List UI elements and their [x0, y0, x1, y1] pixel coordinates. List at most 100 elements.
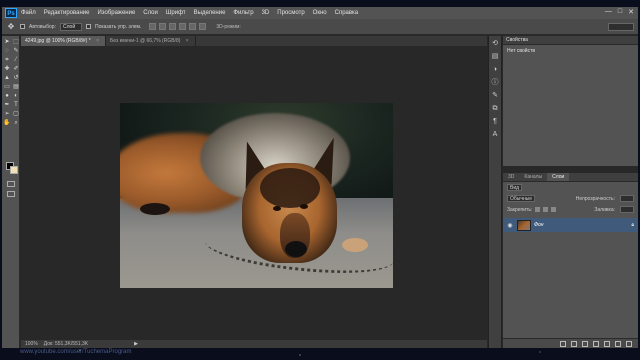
- blend-row: Обычные Непрозрачность:: [503, 193, 638, 204]
- brush-icon[interactable]: ✐: [12, 65, 20, 73]
- character-icon[interactable]: A: [490, 130, 500, 140]
- photoshop-logo-icon: Ps: [5, 8, 17, 18]
- blur-icon[interactable]: ●: [3, 92, 11, 100]
- link-layers-icon[interactable]: [560, 340, 566, 347]
- menu-bar: Ps Файл Редактирование Изображение Слои …: [2, 7, 638, 19]
- close-icon[interactable]: ✕: [628, 8, 634, 16]
- layer-style-icon[interactable]: [571, 340, 577, 347]
- marquee-icon[interactable]: ⬚: [12, 38, 20, 46]
- autoselect-dropdown[interactable]: Слой: [59, 22, 82, 31]
- layer-filter-row: Вид: [503, 182, 638, 193]
- canvas-area[interactable]: [21, 46, 487, 340]
- eyedropper-icon[interactable]: ⁄: [12, 56, 20, 64]
- tab-document-1[interactable]: 4249.jpg @ 100% (RGB/8#) * ×: [21, 36, 106, 46]
- menu-help[interactable]: Справка: [335, 10, 359, 16]
- document-tabs: 4249.jpg @ 100% (RGB/8#) * × Без имени-1…: [21, 36, 487, 46]
- minimize-icon[interactable]: —: [605, 8, 612, 16]
- tab-label: Без имени-1 @ 66,7% (RGB/8): [109, 38, 181, 44]
- stamp-icon[interactable]: ▲: [3, 74, 11, 82]
- menu-image[interactable]: Изображение: [97, 10, 135, 16]
- autoselect-checkbox[interactable]: [20, 24, 25, 29]
- add-mask-icon[interactable]: [582, 340, 588, 347]
- clone-source-icon[interactable]: ⧉: [490, 104, 500, 114]
- properties-icon[interactable]: ▤: [490, 52, 500, 62]
- new-layer-icon[interactable]: [615, 340, 621, 347]
- path-select-icon[interactable]: ➢: [3, 110, 11, 118]
- tab-close-icon[interactable]: ×: [186, 38, 189, 44]
- properties-header[interactable]: Свойства: [503, 36, 638, 45]
- fill-input[interactable]: [620, 206, 634, 213]
- brushes-icon[interactable]: ✎: [490, 91, 500, 101]
- hand-icon[interactable]: ✋: [3, 119, 11, 127]
- healing-icon[interactable]: ✚: [3, 65, 11, 73]
- zoom-icon[interactable]: ⌕: [12, 119, 20, 127]
- lock-buttons: [535, 207, 557, 212]
- eraser-icon[interactable]: ▭: [3, 83, 11, 91]
- type-icon[interactable]: T: [12, 101, 20, 109]
- dog-photo-canvas[interactable]: [120, 103, 393, 288]
- move-tool-icon[interactable]: ✥: [6, 22, 16, 32]
- align-right-icon[interactable]: [199, 23, 207, 30]
- layer-filter-dropdown[interactable]: Вид: [507, 184, 523, 191]
- menu-window[interactable]: Окно: [313, 10, 327, 16]
- menu-3d[interactable]: 3D: [262, 10, 270, 16]
- new-group-icon[interactable]: [604, 340, 610, 347]
- menu-file[interactable]: Файл: [21, 10, 36, 16]
- visibility-eye-icon[interactable]: ◉: [506, 222, 514, 229]
- quick-select-icon[interactable]: ✎: [12, 47, 20, 55]
- layers-panel-tabs: 3D Каналы Слои: [503, 173, 638, 182]
- lock-all-icon[interactable]: [551, 207, 557, 212]
- opacity-input[interactable]: [620, 195, 634, 202]
- align-top-icon[interactable]: [149, 23, 157, 30]
- status-menu-icon[interactable]: ▶: [134, 341, 138, 347]
- align-left-icon[interactable]: [179, 23, 187, 30]
- layers-footer: [503, 338, 638, 348]
- zoom-level[interactable]: 100%: [25, 341, 38, 347]
- menu-type[interactable]: Шрифт: [166, 10, 186, 16]
- blend-mode-dropdown[interactable]: Обычные: [507, 195, 536, 202]
- tab-channels[interactable]: Каналы: [519, 173, 547, 181]
- align-middle-icon[interactable]: [159, 23, 167, 30]
- menu-filter[interactable]: Фильтр: [233, 10, 253, 16]
- options-bar: ✥ Автовыбор: Слой Показать упр. элем. 3D…: [2, 19, 638, 35]
- show-transform-label: Показать упр. элем.: [94, 23, 142, 30]
- history-icon[interactable]: ⟲: [490, 39, 500, 49]
- layer-lock-icon: 🔒︎: [631, 222, 634, 228]
- tab-layers[interactable]: Слои: [547, 173, 570, 181]
- workspace-dropdown[interactable]: [608, 23, 634, 31]
- lasso-icon[interactable]: ◌: [3, 47, 11, 55]
- screen-mode-icon[interactable]: [7, 191, 15, 197]
- fill-label: Заливка:: [594, 206, 615, 213]
- properties-title: Свойства: [506, 37, 528, 43]
- quick-mask-icon[interactable]: [7, 181, 15, 187]
- menu-layer[interactable]: Слои: [143, 10, 158, 16]
- move-icon[interactable]: ➤: [3, 38, 11, 46]
- dodge-icon[interactable]: ◐: [12, 92, 20, 100]
- align-center-icon[interactable]: [189, 23, 197, 30]
- tools-panel: ➤ ⬚ ◌ ✎ ⌗ ⁄ ✚ ✐ ▲ ↺ ▭ ▤ ● ◐ ✒ T ➢ ▢ ✋ ⌕: [2, 36, 20, 348]
- gradient-icon[interactable]: ▤: [12, 83, 20, 91]
- crop-icon[interactable]: ⌗: [3, 56, 11, 64]
- opacity-label: Непрозрачность:: [575, 195, 615, 202]
- info-icon[interactable]: ⓘ: [490, 78, 500, 88]
- align-bottom-icon[interactable]: [169, 23, 177, 30]
- layer-background[interactable]: ◉ Фон 🔒︎: [503, 218, 638, 232]
- adjustments-icon[interactable]: ◑: [490, 65, 500, 75]
- history-brush-icon[interactable]: ↺: [12, 74, 20, 82]
- adjustment-layer-icon[interactable]: [593, 340, 599, 347]
- menu-view[interactable]: Просмотр: [277, 10, 304, 16]
- menu-edit[interactable]: Редактирование: [44, 10, 90, 16]
- lock-position-icon[interactable]: [543, 207, 549, 212]
- tab-close-icon[interactable]: ×: [96, 38, 99, 44]
- tab-3d[interactable]: 3D: [503, 173, 519, 181]
- menu-select[interactable]: Выделение: [194, 10, 226, 16]
- tab-document-2[interactable]: Без имени-1 @ 66,7% (RGB/8) ×: [106, 36, 196, 46]
- show-transform-checkbox[interactable]: [85, 24, 91, 29]
- shape-icon[interactable]: ▢: [12, 110, 20, 118]
- maximize-icon[interactable]: □: [618, 8, 622, 16]
- pen-icon[interactable]: ✒: [3, 101, 11, 109]
- paragraph-icon[interactable]: ¶: [490, 117, 500, 127]
- delete-layer-icon[interactable]: [626, 340, 632, 347]
- background-color-swatch[interactable]: [10, 166, 18, 174]
- lock-pixels-icon[interactable]: [535, 207, 541, 212]
